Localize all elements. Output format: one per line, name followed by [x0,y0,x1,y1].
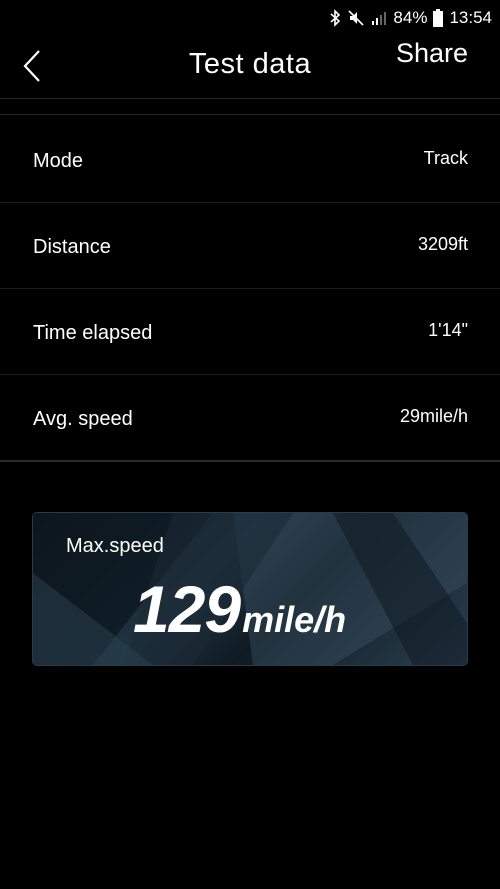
avg-speed-label: Avg. speed [33,408,133,430]
share-button[interactable]: Share [396,38,468,69]
max-speed-unit: mile/h [242,599,347,640]
avg-speed-row: Avg. speed 29mile/h [0,374,500,462]
header: Test data Share [0,36,500,98]
divider [0,98,500,99]
status-bar: 84% 13:54 [0,0,500,36]
mode-value: Track [423,148,468,168]
distance-row: Distance 3209ft [0,202,500,289]
time-elapsed-row: Time elapsed 1'14" [0,288,500,375]
battery-icon [433,9,444,27]
mode-row: Mode Track [0,116,500,203]
max-speed-display: 129mile/h [133,571,346,647]
bluetooth-icon [329,9,341,27]
mode-label: Mode [33,150,84,172]
distance-label: Distance [33,236,111,258]
avg-speed-value: 29mile/h [399,406,468,426]
time-elapsed-label: Time elapsed [33,322,153,344]
signal-icon [371,10,387,26]
battery-percent: 84% [393,8,428,27]
max-speed-value: 129 [133,572,241,646]
clock: 13:54 [449,8,492,27]
divider [0,114,500,115]
max-speed-card: Max.speed 129mile/h [32,512,468,666]
distance-value: 3209ft [417,234,468,254]
mute-icon [347,9,365,27]
time-elapsed-value: 1'14" [428,320,468,340]
max-speed-caption: Max.speed [66,535,164,557]
